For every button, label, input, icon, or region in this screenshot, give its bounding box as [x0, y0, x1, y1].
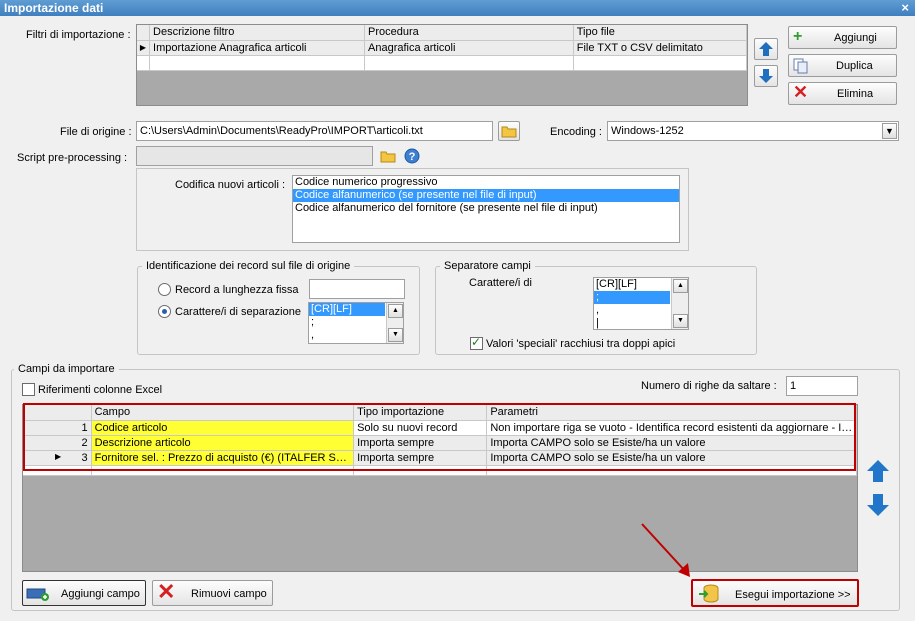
- list-item-selected[interactable]: [CR][LF]: [309, 303, 385, 316]
- plus-icon: +: [793, 28, 803, 45]
- filters-col-tipo[interactable]: Tipo file: [573, 25, 748, 41]
- sep-label: Carattere/i di: [469, 277, 532, 289]
- browse-file-button[interactable]: [498, 121, 520, 141]
- table-row[interactable]: ▶ Importazione Anagrafica articoli Anagr…: [137, 40, 748, 56]
- scroll-up-icon[interactable]: ▲: [673, 279, 688, 293]
- script-input[interactable]: [136, 146, 373, 166]
- highlight-rectangle: [23, 403, 856, 471]
- sep-listbox[interactable]: [CR][LF] ; , | ▲ ▼: [593, 277, 689, 330]
- filter-cell-procedura[interactable]: Anagrafica articoli: [364, 40, 574, 56]
- skip-rows-label: Numero di righe da saltare :: [641, 380, 777, 392]
- svg-text:?: ?: [409, 151, 416, 163]
- scrollbar[interactable]: ▲ ▼: [671, 278, 688, 329]
- script-label: Script pre-processing :: [17, 152, 128, 164]
- help-icon: ?: [404, 148, 420, 164]
- list-item-selected[interactable]: ;: [594, 291, 670, 304]
- arrow-up-icon: [867, 460, 889, 482]
- fields-title: Campi da importare: [14, 362, 119, 376]
- list-item-selected[interactable]: Codice alfanumerico (se presente nel fil…: [293, 189, 679, 202]
- folder-icon: [501, 126, 517, 138]
- filter-cell-tipo[interactable]: File TXT o CSV delimitato: [573, 40, 748, 56]
- folder-icon: [380, 151, 396, 163]
- ident-listbox[interactable]: [CR][LF] ; , ▲ ▼: [308, 302, 404, 344]
- radio-separator[interactable]: [158, 305, 171, 318]
- excel-checkbox[interactable]: [22, 383, 35, 396]
- annotation-arrow-icon: [641, 523, 690, 577]
- delete-filter-label: Elimina: [837, 88, 874, 100]
- scroll-down-icon[interactable]: ▼: [673, 314, 688, 328]
- run-import-button[interactable]: Esegui importazione >>: [691, 579, 859, 607]
- radio-dot-icon: [162, 309, 167, 314]
- add-filter-button[interactable]: + Aggiungi: [788, 26, 897, 49]
- add-filter-label: Aggiungi: [834, 32, 877, 44]
- remove-field-button[interactable]: ✕ Rimuovi campo: [152, 579, 273, 606]
- list-item[interactable]: Codice alfanumerico del fornitore (se pr…: [293, 202, 679, 215]
- arrow-down-icon: [867, 494, 889, 516]
- add-field-label: Aggiungi campo: [61, 588, 140, 600]
- radio-fixed-label: Record a lunghezza fissa: [175, 284, 299, 296]
- radio-fixed[interactable]: [158, 283, 171, 296]
- excel-checkbox-label: Riferimenti colonne Excel: [38, 384, 163, 396]
- source-file-input[interactable]: C:\Users\Admin\Documents\ReadyPro\IMPORT…: [136, 121, 493, 141]
- delete-filter-button[interactable]: ✕ Elimina: [788, 82, 897, 105]
- window-title: Importazione dati: [4, 1, 104, 15]
- scrollbar[interactable]: ▲ ▼: [386, 303, 403, 343]
- codifica-label: Codifica nuovi articoli :: [175, 179, 286, 191]
- duplicate-filter-button[interactable]: Duplica: [788, 54, 897, 77]
- row-pointer-icon: ▶: [137, 40, 150, 56]
- field-move-up-button[interactable]: [865, 458, 891, 484]
- filters-grid[interactable]: Descrizione filtro Procedura Tipo file ▶…: [136, 24, 748, 106]
- remove-field-label: Rimuovi campo: [191, 588, 267, 600]
- quotes-checkbox[interactable]: ✓: [470, 335, 483, 350]
- scroll-up-icon[interactable]: ▲: [388, 304, 403, 318]
- fixed-length-input[interactable]: [309, 279, 405, 299]
- duplicate-filter-label: Duplica: [836, 60, 873, 72]
- table-row-empty[interactable]: [137, 55, 748, 71]
- codifica-listbox[interactable]: Codice numerico progressivo Codice alfan…: [292, 175, 680, 243]
- sep-title: Separatore campi: [440, 259, 535, 273]
- encoding-select[interactable]: Windows-1252 ▼: [607, 121, 899, 141]
- copy-icon: [793, 58, 808, 74]
- scroll-down-icon[interactable]: ▼: [388, 328, 403, 342]
- arrow-down-icon: [759, 69, 773, 83]
- filters-col-procedura[interactable]: Procedura: [364, 25, 574, 41]
- ident-title: Identificazione dei record sul file di o…: [142, 259, 355, 273]
- arrow-up-icon: [759, 42, 773, 56]
- filter-cell-descrizione[interactable]: Importazione Anagrafica articoli: [149, 40, 365, 56]
- field-move-down-button[interactable]: [865, 492, 891, 518]
- help-button[interactable]: ?: [403, 147, 422, 165]
- checkmark-icon: ✓: [471, 335, 482, 349]
- database-import-icon: [699, 584, 719, 603]
- add-field-button[interactable]: Aggiungi campo: [22, 580, 146, 606]
- chevron-down-icon[interactable]: ▼: [882, 123, 897, 139]
- close-icon[interactable]: ×: [901, 0, 909, 16]
- encoding-value: Windows-1252: [611, 125, 684, 137]
- radio-separator-label: Carattere/i di separazione: [175, 306, 301, 318]
- list-item[interactable]: Codice numerico progressivo: [293, 176, 679, 189]
- add-field-icon: [26, 588, 49, 601]
- quotes-checkbox-label: Valori 'speciali' racchiusi tra doppi ap…: [486, 338, 676, 350]
- move-up-button[interactable]: [754, 38, 778, 60]
- filters-col-descrizione[interactable]: Descrizione filtro: [149, 25, 365, 41]
- window-titlebar: Importazione dati ×: [0, 0, 915, 16]
- filters-label: Filtri di importazione :: [26, 29, 131, 41]
- move-down-button[interactable]: [754, 65, 778, 87]
- source-file-label: File di origine :: [60, 126, 132, 138]
- encoding-label: Encoding :: [550, 126, 602, 138]
- delete-x-icon: ✕: [157, 579, 176, 604]
- skip-rows-input[interactable]: 1: [786, 376, 858, 396]
- run-import-label: Esegui importazione >>: [735, 589, 851, 601]
- delete-x-icon: ✕: [793, 82, 809, 102]
- browse-script-button[interactable]: [378, 147, 398, 165]
- filters-header-row: Descrizione filtro Procedura Tipo file: [137, 25, 748, 41]
